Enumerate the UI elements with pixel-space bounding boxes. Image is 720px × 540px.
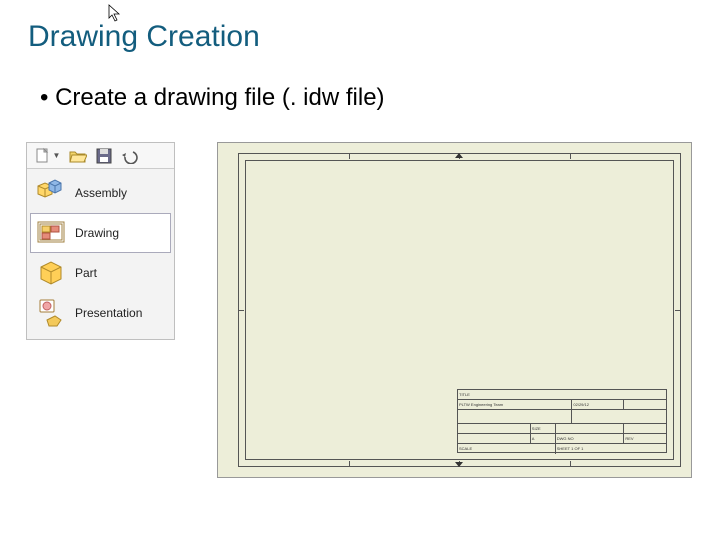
menu-item-label: Presentation <box>75 306 142 320</box>
presentation-icon <box>35 296 69 330</box>
tb-sheet: SHEET 1 OF 1 <box>556 444 666 454</box>
tb-size: A <box>531 434 556 443</box>
menu-item-label: Drawing <box>75 226 119 240</box>
folder-open-icon <box>69 148 87 164</box>
cursor-icon <box>108 4 122 22</box>
tb-size-label: SIZE <box>531 424 556 433</box>
tb-date: 02/29/12 <box>572 400 624 409</box>
menu-item-part[interactable]: Part <box>30 253 171 293</box>
menu-item-assembly[interactable]: Assembly <box>30 173 171 213</box>
tb-title-label: TITLE <box>458 390 666 399</box>
assembly-icon <box>35 176 69 210</box>
drawing-icon <box>35 216 69 250</box>
undo-icon <box>121 148 139 164</box>
new-file-icon <box>34 147 52 165</box>
menu-item-label: Part <box>75 266 97 280</box>
tb-author: PLTW Engineering Team <box>458 400 572 409</box>
arrow-icon <box>455 462 463 467</box>
new-file-menu: Assembly Drawing <box>27 169 174 339</box>
tb-rev-label: REV <box>624 434 666 443</box>
drawing-sheet-border: TITLE PLTW Engineering Team 02/29/12 <box>238 153 681 467</box>
tb-dwgno-label: DWG NO <box>556 434 625 443</box>
open-button[interactable] <box>66 145 90 167</box>
part-icon <box>35 256 69 290</box>
chevron-down-icon: ▼ <box>53 151 61 160</box>
arrow-icon <box>455 153 463 158</box>
page-title: Drawing Creation <box>28 20 692 54</box>
menu-item-presentation[interactable]: Presentation <box>30 293 171 333</box>
bullet-text: • Create a drawing file (. idw file) <box>40 84 692 112</box>
sheet-inner-frame: TITLE PLTW Engineering Team 02/29/12 <box>245 160 674 460</box>
save-button[interactable] <box>92 145 116 167</box>
new-button[interactable]: ▼ <box>30 145 64 167</box>
menu-item-label: Assembly <box>75 186 127 200</box>
new-file-panel: ▼ <box>26 142 175 340</box>
undo-button[interactable] <box>118 145 142 167</box>
title-block: TITLE PLTW Engineering Team 02/29/12 <box>457 389 667 453</box>
quick-access-toolbar: ▼ <box>27 143 174 169</box>
drawing-canvas[interactable]: TITLE PLTW Engineering Team 02/29/12 <box>217 142 692 478</box>
menu-item-drawing[interactable]: Drawing <box>30 213 171 253</box>
tb-scale-label: SCALE <box>458 444 556 454</box>
save-icon <box>96 148 112 164</box>
